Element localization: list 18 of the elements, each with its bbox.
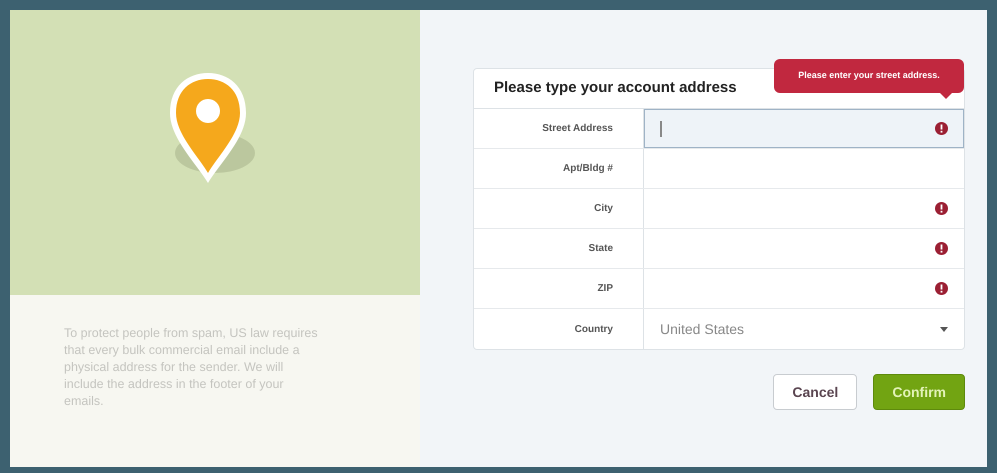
error-icon — [935, 282, 948, 295]
error-icon — [935, 122, 948, 135]
field-label: Country — [574, 322, 613, 336]
tooltip-pointer-icon — [940, 93, 952, 99]
field-label: State — [588, 242, 613, 256]
form-title: Please type your account address — [494, 78, 737, 98]
input-field[interactable] — [644, 109, 964, 148]
dropdown-caret-icon — [940, 326, 948, 332]
field-label: ZIP — [597, 282, 613, 296]
cancel-button[interactable]: Cancel — [773, 374, 858, 410]
country-select[interactable]: United States — [644, 309, 964, 349]
error-tooltip: Please enter your street address. — [774, 59, 964, 93]
error-icon — [935, 202, 948, 215]
confirm-button[interactable]: Confirm — [873, 374, 965, 410]
error-icon — [935, 242, 948, 255]
field-label: Apt/Bldg # — [563, 162, 613, 176]
field-label: City — [594, 202, 613, 216]
field-label: Street Address — [542, 122, 613, 136]
